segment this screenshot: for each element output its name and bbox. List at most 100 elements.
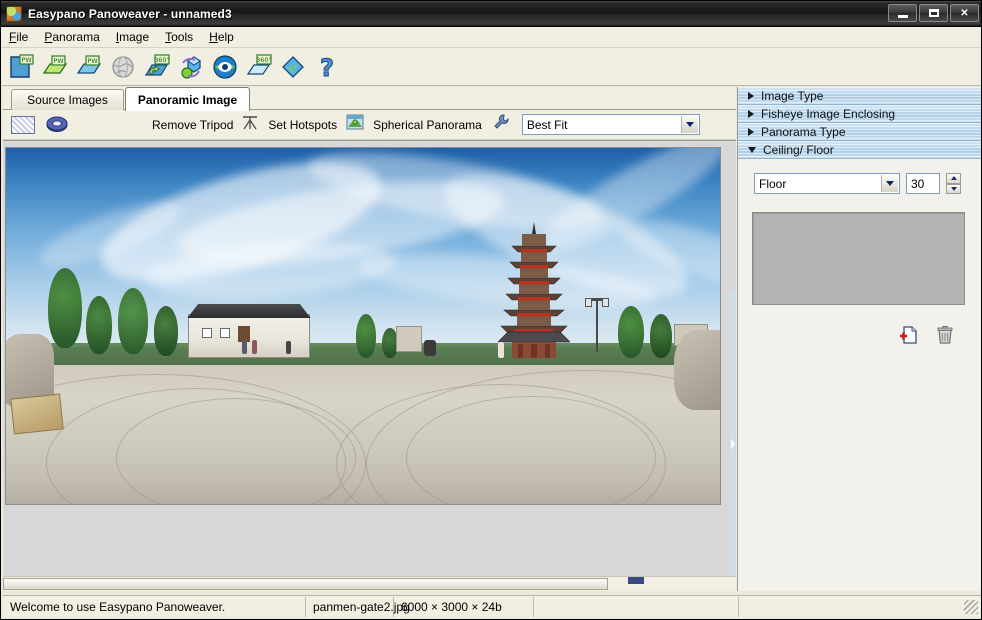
menu-item-file[interactable]: File	[9, 30, 28, 44]
section-label: Ceiling/ Floor	[763, 142, 834, 157]
stone-statue	[674, 330, 720, 410]
flat-view-button[interactable]	[11, 115, 35, 134]
add-file-icon[interactable]	[898, 325, 918, 350]
horizontal-scrollbar[interactable]	[3, 576, 736, 591]
tab-source-images[interactable]: Source Images	[11, 89, 124, 110]
ceiling-floor-preview[interactable]	[752, 212, 965, 305]
pane-splitter-handle[interactable]	[729, 291, 736, 591]
chevron-down-icon[interactable]	[680, 116, 698, 133]
help-icon[interactable]: ?	[313, 53, 341, 82]
section-label: Panorama Type	[761, 124, 846, 139]
svg-text:360°: 360°	[256, 56, 272, 64]
window	[220, 328, 230, 338]
window	[202, 328, 212, 338]
zoom-select[interactable]: Best Fit	[521, 114, 700, 135]
stone-tablet	[10, 393, 64, 435]
status-cell-empty-2	[739, 597, 981, 617]
editor-pane: Source Images Panoramic Image Remove Tri…	[3, 87, 736, 591]
section-image-type[interactable]: Image Type	[738, 87, 981, 105]
close-icon: ✕	[960, 7, 969, 19]
panorama-image[interactable]	[5, 147, 721, 505]
ceiling-floor-controls: Floor 30	[754, 173, 961, 194]
app-globe-icon	[6, 5, 22, 22]
maximize-button[interactable]	[919, 4, 948, 22]
spherical-panorama-label[interactable]: Spherical Panorama	[373, 118, 482, 132]
publish-360-icon[interactable]: 360°	[245, 53, 273, 81]
section-ceiling-floor[interactable]: Ceiling/ Floor	[738, 141, 981, 159]
menu-item-image[interactable]: Image	[116, 30, 149, 44]
chevron-right-icon	[748, 109, 754, 118]
pagoda	[497, 222, 571, 358]
section-fisheye-image-enclosing[interactable]: Fisheye Image Enclosing	[738, 105, 981, 123]
preview-actions	[898, 325, 954, 350]
minimize-button[interactable]	[888, 4, 917, 22]
title-bar: Easypano Panoweaver - unnamed3 ✕	[1, 1, 981, 27]
section-label: Fisheye Image Enclosing	[761, 106, 896, 121]
svg-text:PW: PW	[21, 56, 32, 64]
wrench-icon[interactable]	[492, 113, 510, 136]
section-panorama-type[interactable]: Panorama Type	[738, 123, 981, 141]
globe-icon[interactable]	[109, 53, 137, 81]
preview-eye-icon[interactable]	[211, 53, 239, 81]
stitch-360-icon[interactable]: 360°	[143, 53, 171, 81]
tree	[618, 306, 644, 358]
trash-icon[interactable]	[936, 325, 954, 350]
lamp-head	[602, 298, 609, 307]
panorama-canvas[interactable]	[3, 140, 736, 591]
stepper-down-button[interactable]	[946, 183, 961, 194]
tree	[86, 296, 112, 354]
menu-item-tools[interactable]: Tools	[165, 30, 193, 44]
status-dimensions: 6000 × 3000 × 24b	[394, 596, 534, 617]
building	[396, 326, 422, 352]
floor-value-stepper[interactable]	[946, 173, 961, 194]
new-project-icon[interactable]: PW	[7, 53, 35, 81]
person	[252, 340, 257, 354]
tab-label: Panoramic Image	[137, 92, 238, 107]
application-window: Easypano Panoweaver - unnamed3 ✕ File Pa…	[0, 0, 982, 620]
scrollbar-thumb[interactable]	[3, 578, 608, 590]
floor-select[interactable]: Floor	[754, 173, 900, 194]
open-project-icon[interactable]: PW	[41, 53, 69, 81]
status-message: Welcome to use Easypano Panoweaver.	[3, 596, 306, 617]
hotspot-image-icon[interactable]	[346, 114, 364, 135]
properties-panel: Image Type Fisheye Image Enclosing Panor…	[737, 87, 981, 591]
menu-item-help[interactable]: Help	[209, 30, 234, 44]
floor-value-text: 30	[911, 176, 925, 191]
convert-icon[interactable]	[177, 53, 205, 81]
tree	[118, 288, 148, 354]
building-roof	[187, 304, 311, 318]
status-cell-empty-1	[534, 596, 739, 617]
remove-tripod-label[interactable]: Remove Tripod	[152, 118, 233, 132]
tree	[48, 268, 82, 348]
sphere-view-button[interactable]	[45, 115, 69, 135]
tab-panoramic-image[interactable]: Panoramic Image	[125, 87, 250, 111]
person	[286, 341, 291, 354]
status-bar: Welcome to use Easypano Panoweaver. panm…	[3, 595, 981, 617]
menu-bar: File Panorama Image Tools Help	[1, 27, 981, 48]
tab-label: Source Images	[27, 93, 108, 107]
save-project-icon[interactable]: PW	[75, 53, 103, 81]
floor-select-value: Floor	[759, 176, 787, 191]
svg-text:PW: PW	[87, 57, 98, 65]
close-button[interactable]: ✕	[950, 4, 979, 22]
person	[424, 340, 436, 356]
svg-text:?: ?	[320, 54, 334, 81]
menu-item-panorama[interactable]: Panorama	[44, 30, 99, 44]
tab-strip: Source Images Panoramic Image	[3, 87, 736, 111]
status-filename: panmen-gate2.jpg	[306, 596, 410, 617]
chevron-right-icon	[748, 91, 754, 100]
stepper-up-button[interactable]	[946, 173, 961, 184]
tree	[650, 314, 672, 358]
chevron-down-icon[interactable]	[881, 175, 898, 192]
tripod-icon[interactable]	[241, 113, 259, 136]
tree	[154, 306, 178, 356]
floor-value-input[interactable]: 30	[906, 173, 940, 194]
main-toolbar: PW PW PW 360° 360° e ?	[1, 48, 981, 86]
export-e-icon[interactable]: e	[279, 53, 307, 81]
section-label: Image Type	[761, 88, 824, 103]
resize-grip[interactable]	[964, 600, 978, 614]
set-hotspots-label[interactable]: Set Hotspots	[268, 118, 337, 132]
person	[498, 342, 504, 358]
window-title: Easypano Panoweaver - unnamed3	[28, 6, 232, 21]
chevron-down-icon	[748, 146, 756, 153]
